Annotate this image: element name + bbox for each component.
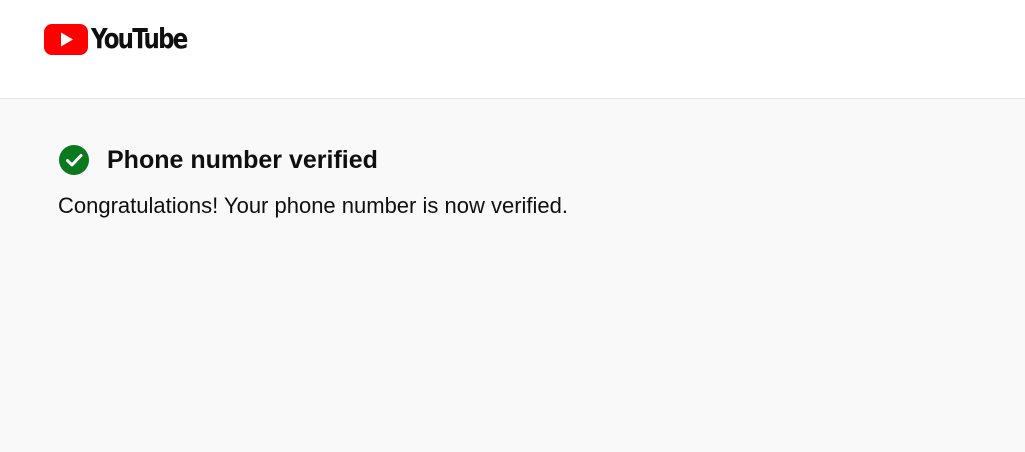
check-circle-icon (59, 145, 89, 175)
youtube-play-icon (44, 23, 88, 55)
youtube-logo-link[interactable]: YouTube (44, 22, 207, 56)
verification-message: Congratulations! Your phone number is no… (58, 193, 568, 218)
youtube-wordmark: YouTube (91, 22, 188, 55)
verification-status: Phone number verified (59, 144, 378, 176)
verification-panel: Phone number verified Congratulations! Y… (0, 99, 1025, 452)
page-title: Phone number verified (107, 146, 378, 174)
site-header: YouTube (0, 0, 1025, 99)
